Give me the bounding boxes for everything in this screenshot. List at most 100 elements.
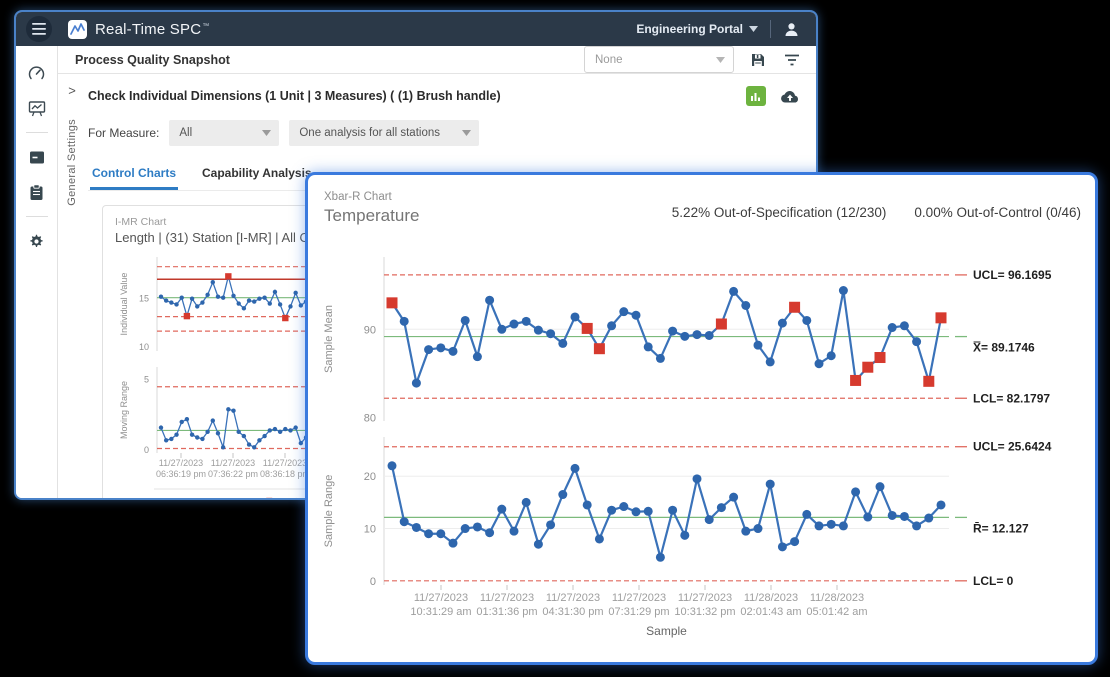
sidebar-item-storage[interactable] [24,144,50,170]
data-point [436,529,445,538]
user-button[interactable] [783,21,806,38]
data-point [190,432,194,436]
data-point [242,434,246,438]
data-point [400,517,409,526]
data-point [778,319,787,328]
out-of-spec-point [582,323,593,334]
data-point [252,299,256,303]
strip-label: General Settings [66,119,78,206]
out-of-spec-point [225,273,231,279]
data-point [164,438,168,442]
data-point [607,321,616,330]
svg-text:Sample: Sample [646,624,687,638]
data-point [449,347,458,356]
xbar-r-chart[interactable]: 9080UCL= 96.1695X̿= 89.1746LCL= 82.1797S… [314,235,1094,659]
xbar-r-header: Xbar-R Chart Temperature 5.22% Out-of-Sp… [308,175,1095,231]
svg-text:10:31:29 am: 10:31:29 am [410,606,471,618]
menu-button[interactable] [26,16,52,42]
svg-text:Individual Value: Individual Value [119,273,129,336]
data-point [534,540,543,549]
data-point [741,527,750,536]
data-point [257,296,261,300]
analysis-mode-select[interactable]: One analysis for all stations [289,120,479,146]
svg-text:11/27/2023: 11/27/2023 [612,592,666,604]
sidebar [16,46,58,500]
out-of-spec-point [716,319,727,330]
xbar-chart-type-label: Xbar-R Chart [324,191,1095,203]
preset-select[interactable]: None [584,46,734,73]
general-settings-strip: > General Settings [58,74,86,500]
tab-capability-analysis[interactable]: Capability Analysis [200,162,314,190]
data-point [912,337,921,346]
svg-text:UCL= 96.1695: UCL= 96.1695 [973,268,1052,282]
data-point [247,442,251,446]
data-point [595,534,604,543]
hamburger-icon [32,23,46,35]
out-of-spec-point [594,343,605,354]
data-point [436,343,445,352]
sidebar-item-settings[interactable] [24,228,50,254]
data-point [937,500,946,509]
data-point [815,359,824,368]
data-point [497,325,506,334]
chevron-down-icon [462,130,471,136]
data-point [461,316,470,325]
data-point [729,493,738,502]
xbar-r-window: Xbar-R Chart Temperature 5.22% Out-of-Sp… [305,172,1098,665]
storage-icon [29,150,45,165]
data-point [802,316,811,325]
data-point [159,425,163,429]
svg-text:07:36:22 pm: 07:36:22 pm [208,469,258,479]
svg-text:11/27/2023: 11/27/2023 [480,592,534,604]
data-point [693,474,702,483]
out-of-spec-point [789,302,800,313]
sidebar-item-dashboard[interactable] [24,60,50,86]
data-point [200,300,204,304]
measure-select[interactable]: All [169,120,279,146]
for-measure-label: For Measure: [88,126,159,140]
svg-text:LCL= 0: LCL= 0 [973,574,1014,588]
filter-button[interactable] [782,51,802,69]
sidebar-item-charts[interactable] [24,95,50,121]
data-point [252,445,256,449]
sidebar-item-clipboard[interactable] [24,179,50,205]
data-point [247,298,251,302]
line-chart-logo-icon [68,20,87,39]
navbar-divider [770,20,771,38]
svg-text:LCL= 82.1797: LCL= 82.1797 [973,391,1050,405]
data-point [200,437,204,441]
export-button[interactable] [778,87,802,106]
data-point [180,420,184,424]
data-point [262,434,266,438]
clipboard-icon [29,184,44,201]
collapse-strip-button[interactable]: > [68,84,76,97]
save-button[interactable] [748,50,768,70]
data-point [619,502,628,511]
cloud-upload-icon [780,89,800,104]
data-point [790,537,799,546]
chart-view-button[interactable] [746,86,766,106]
data-point [778,542,787,551]
data-point [164,298,168,302]
tab-control-charts[interactable]: Control Charts [90,162,178,190]
data-point [680,332,689,341]
data-point [231,294,235,298]
chart-presentation-icon [28,100,46,117]
data-point [900,512,909,521]
data-point [632,507,641,516]
data-point [754,524,763,533]
data-point [863,513,872,522]
app-title: Real-Time SPC™ [95,21,209,38]
data-point [705,331,714,340]
chevron-down-icon [716,57,725,63]
data-point [485,296,494,305]
data-point [211,280,215,284]
data-point [473,352,482,361]
data-point [680,531,689,540]
data-point [546,520,555,529]
preset-select-value: None [595,54,623,66]
measure-select-value: All [179,127,192,139]
portal-dropdown[interactable]: Engineering Portal [636,22,758,36]
out-of-spec-point [282,315,288,321]
data-point [888,323,897,332]
